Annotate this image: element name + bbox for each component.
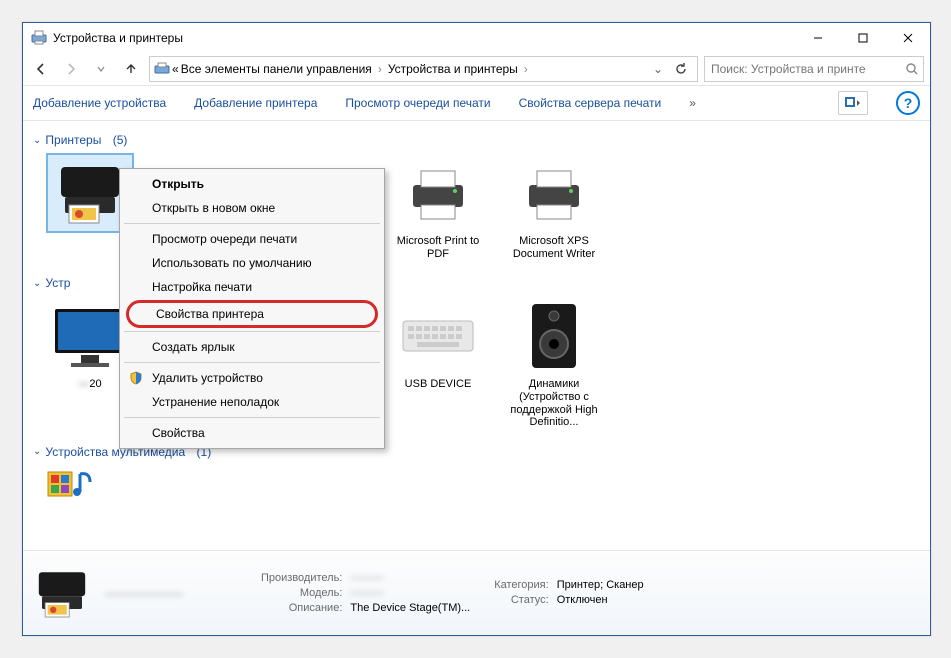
details-thumbnail bbox=[33, 564, 91, 622]
speaker-icon bbox=[512, 298, 596, 374]
help-button[interactable]: ? bbox=[896, 91, 920, 115]
chevron-down-icon: ⌄ bbox=[33, 135, 41, 146]
printer-item[interactable]: Microsoft XPS Document Writer bbox=[505, 155, 603, 260]
maximize-button[interactable] bbox=[840, 24, 885, 53]
details-device-name: —————— bbox=[105, 586, 245, 601]
server-props-button[interactable]: Свойства сервера печати bbox=[519, 96, 662, 110]
breadcrumb-item-cp[interactable]: Все элементы панели управления bbox=[181, 62, 372, 76]
value-description: The Device Stage(TM)... bbox=[350, 602, 476, 615]
ctx-printer-props[interactable]: Свойства принтера bbox=[126, 300, 378, 328]
content-area: ⌄ Принтеры (5) bbox=[23, 121, 930, 550]
chevron-down-icon: ⌄ bbox=[33, 278, 41, 289]
label-manufacturer: Производитель: bbox=[261, 572, 348, 585]
overflow-button[interactable]: » bbox=[689, 96, 696, 110]
view-queue-button[interactable]: Просмотр очереди печати bbox=[345, 96, 490, 110]
details-table-right: Категория:Принтер; Сканер Статус:Отключе… bbox=[492, 577, 651, 609]
add-printer-button[interactable]: Добавление принтера bbox=[194, 96, 317, 110]
forward-button[interactable] bbox=[59, 57, 83, 81]
search-icon[interactable] bbox=[905, 62, 919, 76]
label-status: Статус: bbox=[494, 594, 554, 607]
label-description: Описание: bbox=[261, 602, 348, 615]
keyboard-icon bbox=[396, 298, 480, 374]
printer-label: Microsoft XPS Document Writer bbox=[505, 235, 603, 260]
device-label: Динамики (Устройство с поддержкой High D… bbox=[505, 378, 603, 429]
chevron-right-icon: › bbox=[520, 62, 532, 76]
details-pane: —————— Производитель:——— Модель:——— Опис… bbox=[23, 550, 930, 635]
view-options-button[interactable] bbox=[838, 91, 868, 115]
separator bbox=[124, 362, 380, 363]
details-table-left: Производитель:——— Модель:——— Описание:Th… bbox=[259, 570, 478, 617]
multimedia-grid bbox=[31, 463, 922, 511]
ctx-create-shortcut[interactable]: Создать ярлык bbox=[122, 335, 382, 359]
ctx-open-new-window[interactable]: Открыть в новом окне bbox=[122, 196, 382, 220]
search-box[interactable] bbox=[704, 56, 924, 82]
value-model: ——— bbox=[350, 587, 476, 600]
value-status: Отключен bbox=[557, 594, 650, 607]
ctx-set-default[interactable]: Использовать по умолчанию bbox=[122, 251, 382, 275]
ctx-print-setup[interactable]: Настройка печати bbox=[122, 275, 382, 299]
command-bar: Добавление устройства Добавление принтер… bbox=[23, 85, 930, 121]
device-label: USB DEVICE bbox=[389, 378, 487, 391]
chevron-down-icon: ⌄ bbox=[33, 446, 41, 457]
breadcrumb-item-devices[interactable]: Устройства и принтеры bbox=[388, 62, 518, 76]
ctx-remove-device[interactable]: Удалить устройство bbox=[122, 366, 382, 390]
shield-icon bbox=[128, 371, 144, 385]
breadcrumb-dropdown[interactable]: ⌄ bbox=[649, 62, 667, 76]
control-panel-icon bbox=[154, 61, 170, 77]
group-label: Устр bbox=[45, 276, 70, 290]
label-model: Модель: bbox=[261, 587, 348, 600]
device-item[interactable]: USB DEVICE bbox=[389, 298, 487, 429]
close-button[interactable] bbox=[885, 24, 930, 53]
ctx-view-queue[interactable]: Просмотр очереди печати bbox=[122, 227, 382, 251]
address-bar: « Все элементы панели управления › Устро… bbox=[23, 53, 930, 85]
title-bar: Устройства и принтеры bbox=[23, 23, 930, 53]
ctx-open[interactable]: Открыть bbox=[122, 172, 382, 196]
add-device-button[interactable]: Добавление устройства bbox=[33, 96, 166, 110]
group-count: (5) bbox=[113, 133, 128, 147]
printer-icon bbox=[512, 155, 596, 231]
breadcrumb[interactable]: « Все элементы панели управления › Устро… bbox=[149, 56, 698, 82]
value-manufacturer: ——— bbox=[350, 572, 476, 585]
separator bbox=[124, 223, 380, 224]
ctx-properties[interactable]: Свойства bbox=[122, 421, 382, 445]
group-header-printers[interactable]: ⌄ Принтеры (5) bbox=[31, 127, 922, 151]
devices-printers-icon bbox=[31, 30, 47, 46]
search-input[interactable] bbox=[709, 61, 905, 77]
window: Устройства и принтеры « Все элементы пан… bbox=[22, 22, 931, 636]
multimedia-item[interactable] bbox=[41, 467, 101, 507]
chevron-right-icon: › bbox=[374, 62, 386, 76]
separator bbox=[124, 417, 380, 418]
up-button[interactable] bbox=[119, 57, 143, 81]
media-icon bbox=[46, 467, 96, 503]
window-title: Устройства и принтеры bbox=[53, 31, 795, 45]
minimize-button[interactable] bbox=[795, 24, 840, 53]
printer-label: Microsoft Print to PDF bbox=[389, 235, 487, 260]
ctx-troubleshoot[interactable]: Устранение неполадок bbox=[122, 390, 382, 414]
recent-dropdown[interactable] bbox=[89, 57, 113, 81]
group-label: Принтеры bbox=[45, 133, 101, 147]
printer-icon bbox=[396, 155, 480, 231]
refresh-button[interactable] bbox=[669, 62, 693, 76]
label-category: Категория: bbox=[494, 579, 554, 592]
breadcrumb-ellipsis[interactable]: « bbox=[172, 62, 179, 76]
printer-item[interactable]: Microsoft Print to PDF bbox=[389, 155, 487, 260]
back-button[interactable] bbox=[29, 57, 53, 81]
context-menu: Открыть Открыть в новом окне Просмотр оч… bbox=[119, 168, 385, 449]
value-category: Принтер; Сканер bbox=[557, 579, 650, 592]
device-item[interactable]: Динамики (Устройство с поддержкой High D… bbox=[505, 298, 603, 429]
separator bbox=[124, 331, 380, 332]
